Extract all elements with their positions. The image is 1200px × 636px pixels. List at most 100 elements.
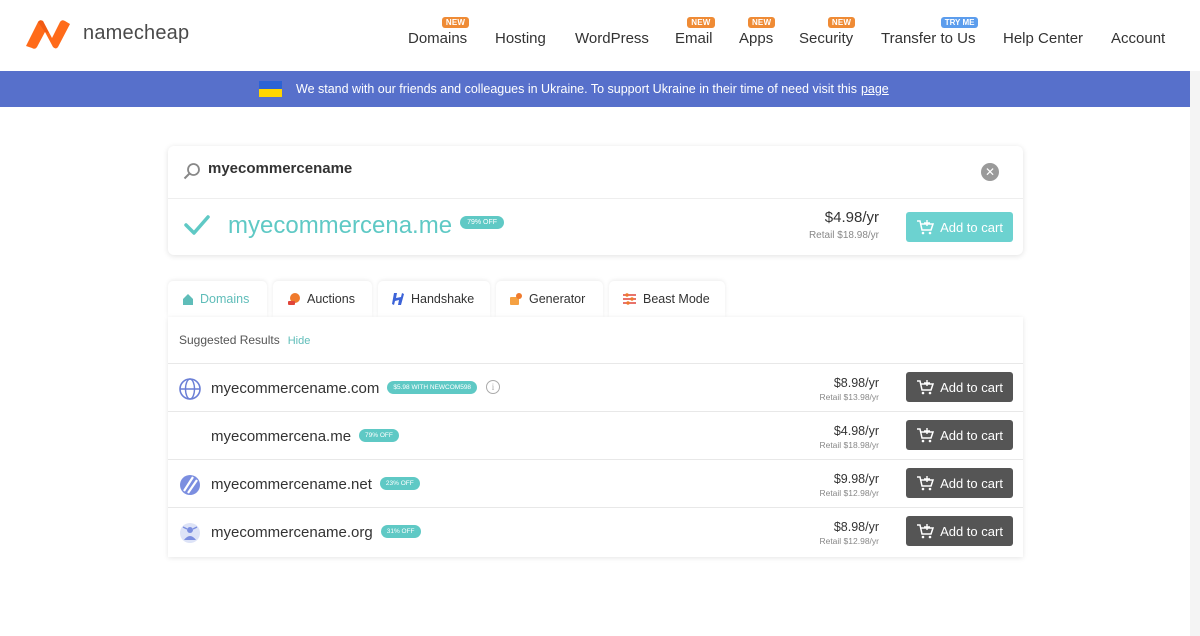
tab-generator[interactable]: Generator (496, 281, 603, 317)
nav-apps[interactable]: Apps NEW (739, 17, 776, 47)
add-to-cart-button[interactable]: Add to cart (906, 516, 1013, 546)
tab-auctions-label: Auctions (307, 292, 355, 306)
new-badge: NEW (747, 17, 776, 28)
add-to-cart-button[interactable]: Add to cart (906, 372, 1013, 402)
nav-email[interactable]: Email NEW (675, 17, 715, 47)
net-icon (179, 474, 201, 496)
org-icon (179, 522, 201, 544)
result-price: $8.98/yr (833, 520, 879, 534)
result-retail-price: Retail $13.98/yr (819, 392, 879, 402)
suggested-results-panel: Suggested Results Hide myecommercename.co… (168, 317, 1023, 557)
add-to-cart-button[interactable]: Add to cart (906, 420, 1013, 450)
result-row: myecommercename.net 23% OFF $9.98/yr Reta… (168, 459, 1023, 508)
cart-icon (916, 219, 935, 235)
featured-add-to-cart-button[interactable]: Add to cart (906, 212, 1013, 242)
discount-badge: 23% OFF (379, 476, 420, 490)
nav-account[interactable]: Account (1111, 30, 1165, 47)
banner-text: We stand with our friends and colleagues… (296, 82, 889, 96)
nav-transfer-label: Transfer to Us (881, 30, 976, 47)
result-row: myecommercena.me 79% OFF $4.98/yr Retail … (168, 411, 1023, 460)
discount-badge: 79% OFF (359, 428, 399, 442)
ukraine-banner: We stand with our friends and colleagues… (0, 71, 1190, 107)
featured-price: $4.98/yr (824, 209, 879, 226)
banner-link[interactable]: page (861, 82, 889, 96)
featured-domain: myecommercena.me 79% OFF (228, 212, 505, 240)
tab-auctions[interactable]: Auctions (273, 281, 372, 317)
result-row: myecommercename.com $5.98 WITH NEWCOM598 i… (168, 363, 1023, 412)
site-header: namecheap Domains NEW Hosting WordPress E… (0, 0, 1200, 71)
nav-security[interactable]: Security NEW (799, 17, 856, 47)
result-retail-price: Retail $12.98/yr (819, 536, 879, 546)
try-me-badge: TRY ME (940, 17, 979, 28)
add-to-cart-button[interactable]: Add to cart (906, 468, 1013, 498)
namecheap-logo[interactable]: namecheap (22, 16, 189, 50)
nav-account-label: Account (1111, 30, 1166, 47)
add-to-cart-label: Add to cart (940, 523, 1003, 539)
add-to-cart-label: Add to cart (940, 379, 1003, 395)
nav-apps-label: Apps (739, 30, 774, 47)
banner-message: We stand with our friends and colleagues… (296, 82, 857, 96)
page-scrollbar[interactable] (1190, 71, 1200, 636)
new-badge: NEW (441, 17, 470, 28)
new-badge: NEW (827, 17, 856, 28)
result-row: myecommercename.org 31% OFF $8.98/yr Reta… (168, 507, 1023, 556)
nav-transfer[interactable]: Transfer to Us TRY ME (881, 17, 979, 47)
tab-handshake-label: Handshake (411, 292, 475, 306)
search-row: ✕ (168, 146, 1023, 199)
hide-results-link[interactable]: Hide (288, 335, 311, 347)
tab-domains[interactable]: Domains (168, 281, 267, 317)
nav-security-label: Security (799, 30, 854, 47)
result-retail-price: Retail $12.98/yr (819, 488, 879, 498)
result-domain-name: myecommercename.com (211, 380, 380, 397)
cart-icon (916, 475, 935, 491)
tab-domains-label: Domains (200, 292, 250, 306)
info-icon[interactable]: i (486, 380, 501, 395)
add-to-cart-label: Add to cart (940, 475, 1003, 491)
cart-icon (916, 379, 935, 395)
new-badge: NEW (687, 17, 715, 28)
promo-badge: $5.98 WITH NEWCOM598 (387, 380, 478, 394)
globe-icon (179, 378, 201, 400)
nav-domains[interactable]: Domains NEW (408, 17, 470, 47)
search-icon (182, 162, 202, 187)
add-to-cart-label: Add to cart (940, 219, 1003, 235)
discount-badge: 79% OFF (460, 216, 505, 230)
result-domain: myecommercename.net 23% OFF (211, 476, 420, 493)
result-price: $9.98/yr (833, 472, 879, 486)
namecheap-logo-icon (26, 20, 70, 49)
generator-icon (509, 292, 523, 306)
nav-domains-label: Domains (408, 30, 468, 47)
suggested-results-title: Suggested Results (179, 333, 280, 347)
cart-icon (916, 427, 935, 443)
cart-icon (916, 523, 935, 539)
result-domain: myecommercename.com $5.98 WITH NEWCOM598 i (211, 380, 501, 397)
result-price: $8.98/yr (833, 376, 879, 390)
result-domain: myecommercename.org 31% OFF (211, 524, 421, 541)
add-to-cart-label: Add to cart (940, 427, 1003, 443)
result-domain-name: myecommercename.org (211, 524, 373, 541)
tab-beast-mode-label: Beast Mode (643, 292, 710, 306)
nav-wordpress[interactable]: WordPress (575, 30, 649, 47)
result-domain-name: myecommercename.net (211, 476, 372, 493)
handshake-icon (391, 292, 405, 306)
clear-search-button[interactable]: ✕ (981, 163, 999, 181)
domain-search-input[interactable] (208, 160, 908, 177)
home-icon (182, 293, 194, 306)
nav-hosting[interactable]: Hosting (495, 30, 546, 47)
result-domain-name: myecommercena.me (211, 428, 352, 445)
nav-help-center[interactable]: Help Center (1003, 30, 1083, 47)
result-price: $4.98/yr (833, 424, 879, 438)
result-retail-price: Retail $18.98/yr (819, 440, 879, 450)
tab-handshake[interactable]: Handshake (378, 281, 490, 317)
beast-mode-icon (622, 293, 637, 305)
featured-retail-price: Retail $18.98/yr (808, 230, 879, 241)
brand-name: namecheap (83, 21, 190, 44)
tab-generator-label: Generator (529, 292, 586, 306)
result-domain: myecommercena.me 79% OFF (211, 428, 399, 445)
tab-beast-mode[interactable]: Beast Mode (609, 281, 725, 317)
nav-wordpress-label: WordPress (575, 30, 649, 47)
featured-domain-name: myecommercena.me (228, 212, 453, 239)
discount-badge: 31% OFF (380, 524, 421, 538)
domain-search-card: ✕ myecommercena.me 79% OFF $4.98/yr Retai… (168, 146, 1023, 255)
nav-help-label: Help Center (1003, 30, 1084, 47)
